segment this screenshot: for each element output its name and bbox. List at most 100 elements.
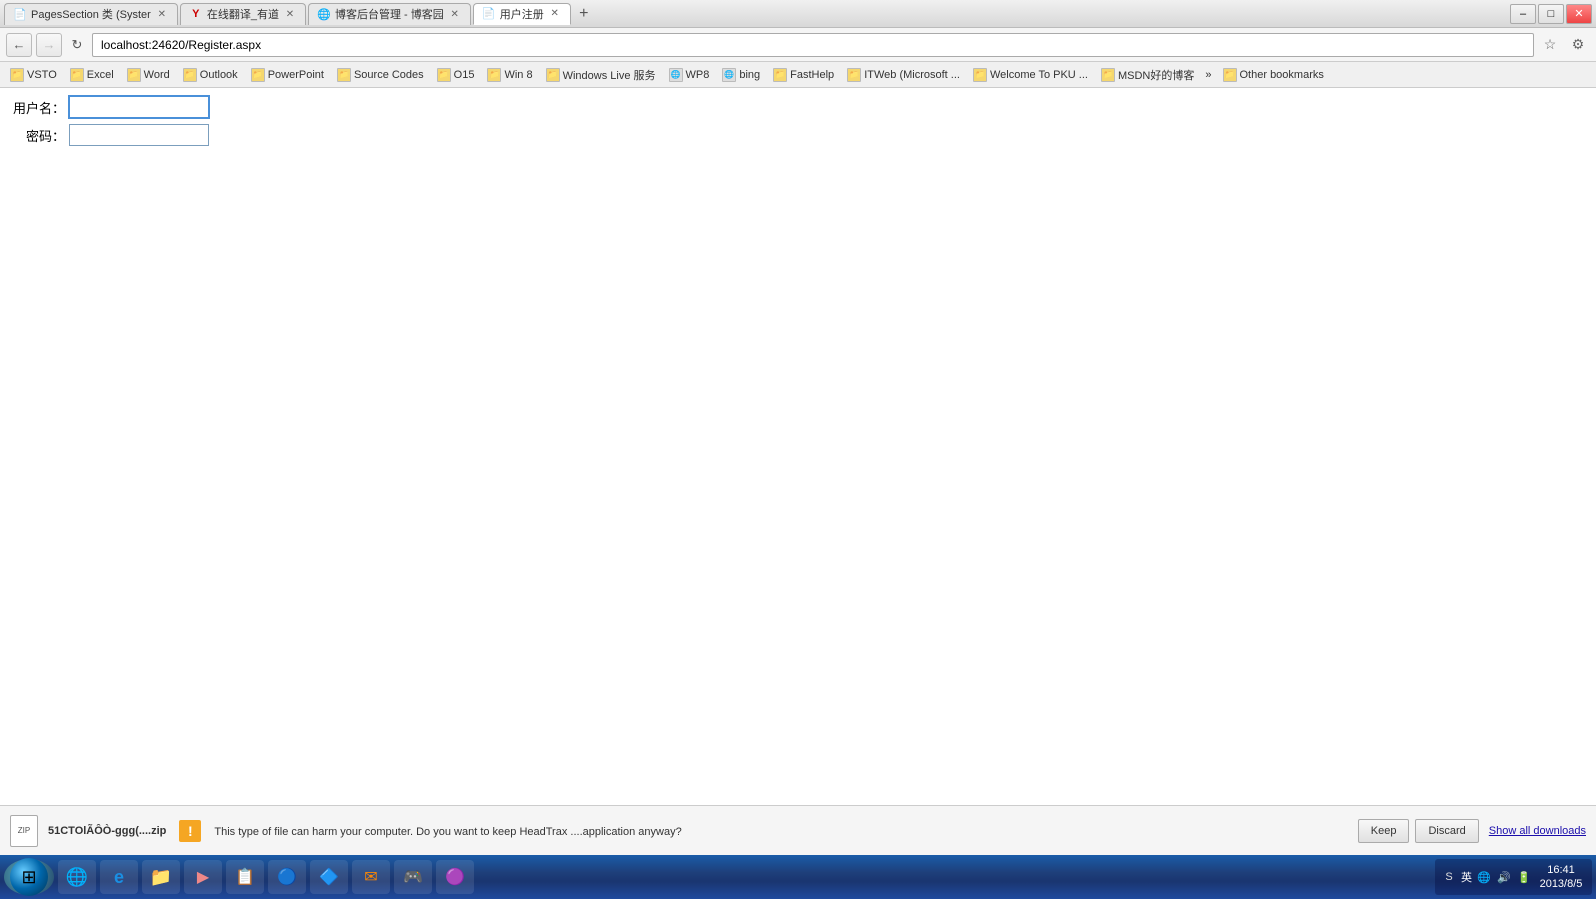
tab-youdao[interactable]: Y 在线翻译_有道 ✕ bbox=[180, 3, 306, 25]
download-warning-icon-area: ! bbox=[176, 817, 204, 845]
close-button[interactable]: ✕ bbox=[1566, 4, 1592, 24]
bookmark-excel[interactable]: 📁 Excel bbox=[64, 65, 120, 85]
bookmark-folder-icon: 📁 bbox=[337, 68, 351, 82]
title-bar: 📄 PagesSection 类 (Syster ✕ Y 在线翻译_有道 ✕ 🌐… bbox=[0, 0, 1596, 28]
show-all-downloads-link[interactable]: Show all downloads bbox=[1489, 825, 1586, 837]
tray-icon-network[interactable]: 🌐 bbox=[1476, 869, 1492, 885]
username-label: 用户名： bbox=[10, 98, 65, 117]
download-actions: Keep Discard bbox=[1358, 819, 1479, 843]
bookmark-folder-icon: 📁 bbox=[183, 68, 197, 82]
bookmark-other[interactable]: 📁 Other bookmarks bbox=[1217, 65, 1330, 85]
taskbar-app-7[interactable]: 🔷 bbox=[310, 860, 348, 894]
bookmark-label: Source Codes bbox=[354, 69, 424, 81]
tab-pagesection[interactable]: 📄 PagesSection 类 (Syster ✕ bbox=[4, 3, 178, 25]
bookmark-label: Win 8 bbox=[504, 69, 532, 81]
minimize-button[interactable]: – bbox=[1510, 4, 1536, 24]
bookmark-icon: 🌐 bbox=[669, 68, 683, 82]
tab-close-2[interactable]: ✕ bbox=[283, 7, 297, 21]
password-label: 密码： bbox=[10, 126, 65, 145]
bookmark-win8[interactable]: 📁 Win 8 bbox=[481, 65, 538, 85]
bookmark-label: PowerPoint bbox=[268, 69, 324, 81]
bookmark-folder-icon: 📁 bbox=[546, 68, 560, 82]
zip-icon: ZIP bbox=[10, 815, 38, 847]
bookmark-label: WP8 bbox=[686, 69, 710, 81]
bookmark-folder-icon: 📁 bbox=[773, 68, 787, 82]
tab-favicon-1: 📄 bbox=[13, 7, 27, 21]
bookmark-vsto[interactable]: 📁 VSTO bbox=[4, 65, 63, 85]
tab-close-3[interactable]: ✕ bbox=[448, 7, 462, 21]
tray-icon-battery[interactable]: 🔋 bbox=[1516, 869, 1532, 885]
nav-right-controls: ☆ ⚙ bbox=[1538, 33, 1590, 57]
tools-icon[interactable]: ⚙ bbox=[1566, 33, 1590, 57]
bookmarks-bar: 📁 VSTO 📁 Excel 📁 Word 📁 Outlook 📁 PowerP… bbox=[0, 62, 1596, 88]
bookmark-label: Welcome To PKU ... bbox=[990, 69, 1088, 81]
bookmark-o15[interactable]: 📁 O15 bbox=[431, 65, 481, 85]
new-tab-button[interactable]: + bbox=[573, 3, 595, 25]
tab-favicon-3: 🌐 bbox=[317, 7, 331, 21]
download-warning-text-area: This type of file can harm your computer… bbox=[214, 824, 1347, 838]
window-controls: – □ ✕ bbox=[1510, 4, 1592, 24]
tray-icon-ime[interactable]: S bbox=[1441, 869, 1457, 885]
tab-register[interactable]: 📄 用户注册 ✕ bbox=[473, 3, 571, 25]
address-bar[interactable] bbox=[92, 33, 1534, 57]
page-content: 用户名： 密码： bbox=[0, 88, 1596, 805]
taskbar-app-9[interactable]: 🎮 bbox=[394, 860, 432, 894]
keep-button[interactable]: Keep bbox=[1358, 819, 1410, 843]
password-row: 密码： bbox=[10, 124, 1586, 146]
bookmarks-more-button[interactable]: » bbox=[1201, 65, 1215, 85]
taskbar-app-5[interactable]: 📋 bbox=[226, 860, 264, 894]
refresh-button[interactable]: ↻ bbox=[66, 34, 88, 56]
discard-button[interactable]: Discard bbox=[1415, 819, 1478, 843]
download-file-icon: ZIP bbox=[10, 815, 38, 847]
bookmark-windowslive[interactable]: 📁 Windows Live 服务 bbox=[540, 65, 662, 85]
system-clock[interactable]: 16:41 2013/8/5 bbox=[1536, 863, 1586, 892]
forward-button[interactable]: → bbox=[36, 33, 62, 57]
bookmark-itweb[interactable]: 📁 ITWeb (Microsoft ... bbox=[841, 65, 966, 85]
bookmark-folder-icon: 📁 bbox=[1101, 68, 1115, 82]
bookmark-source-codes[interactable]: 📁 Source Codes bbox=[331, 65, 430, 85]
bookmark-star-icon[interactable]: ☆ bbox=[1538, 33, 1562, 57]
bookmark-label: ITWeb (Microsoft ... bbox=[864, 69, 960, 81]
bookmark-folder-icon: 📁 bbox=[973, 68, 987, 82]
password-input[interactable] bbox=[69, 124, 209, 146]
start-button[interactable]: ⊞ bbox=[4, 859, 54, 895]
bookmark-word[interactable]: 📁 Word bbox=[121, 65, 176, 85]
username-input[interactable] bbox=[69, 96, 209, 118]
tab-blog[interactable]: 🌐 博客后台管理 - 博客园 ✕ bbox=[308, 3, 471, 25]
bookmark-powerpoint[interactable]: 📁 PowerPoint bbox=[245, 65, 330, 85]
taskbar-app-6[interactable]: 🔵 bbox=[268, 860, 306, 894]
bookmark-label: MSDN好的博客 bbox=[1118, 67, 1194, 83]
taskbar-app-ie[interactable]: e bbox=[100, 860, 138, 894]
taskbar-app-8[interactable]: ✉ bbox=[352, 860, 390, 894]
bookmark-label: Windows Live 服务 bbox=[563, 67, 656, 83]
clock-time: 16:41 bbox=[1536, 863, 1586, 877]
bookmark-msdn[interactable]: 📁 MSDN好的博客 bbox=[1095, 65, 1200, 85]
bookmark-pku[interactable]: 📁 Welcome To PKU ... bbox=[967, 65, 1094, 85]
tab-close-1[interactable]: ✕ bbox=[155, 7, 169, 21]
back-button[interactable]: ← bbox=[6, 33, 32, 57]
taskbar-app-chrome[interactable]: 🌐 bbox=[58, 860, 96, 894]
taskbar-app-explorer[interactable]: 📁 bbox=[142, 860, 180, 894]
username-row: 用户名： bbox=[10, 96, 1586, 118]
tab-bar: 📄 PagesSection 类 (Syster ✕ Y 在线翻译_有道 ✕ 🌐… bbox=[4, 3, 595, 25]
start-orb: ⊞ bbox=[10, 858, 48, 896]
bookmark-bing[interactable]: 🌐 bing bbox=[716, 65, 766, 85]
taskbar-app-media[interactable]: ▶ bbox=[184, 860, 222, 894]
clock-date: 2013/8/5 bbox=[1536, 877, 1586, 891]
bookmark-icon: 🌐 bbox=[722, 68, 736, 82]
tab-title-1: PagesSection 类 (Syster bbox=[31, 6, 151, 22]
maximize-button[interactable]: □ bbox=[1538, 4, 1564, 24]
input-language-indicator[interactable]: 英 bbox=[1461, 869, 1472, 885]
bookmark-folder-icon: 📁 bbox=[10, 68, 24, 82]
bookmark-label: Outlook bbox=[200, 69, 238, 81]
bookmark-folder-icon: 📁 bbox=[127, 68, 141, 82]
bookmark-fasthelp[interactable]: 📁 FastHelp bbox=[767, 65, 840, 85]
taskbar-app-10[interactable]: 🟣 bbox=[436, 860, 474, 894]
bookmark-folder-icon: 📁 bbox=[1223, 68, 1237, 82]
bookmark-outlook[interactable]: 📁 Outlook bbox=[177, 65, 244, 85]
tab-favicon-2: Y bbox=[189, 7, 203, 21]
bookmark-wp8[interactable]: 🌐 WP8 bbox=[663, 65, 716, 85]
tray-icon-volume[interactable]: 🔊 bbox=[1496, 869, 1512, 885]
bookmark-folder-icon: 📁 bbox=[487, 68, 501, 82]
tab-close-4[interactable]: ✕ bbox=[548, 7, 562, 21]
